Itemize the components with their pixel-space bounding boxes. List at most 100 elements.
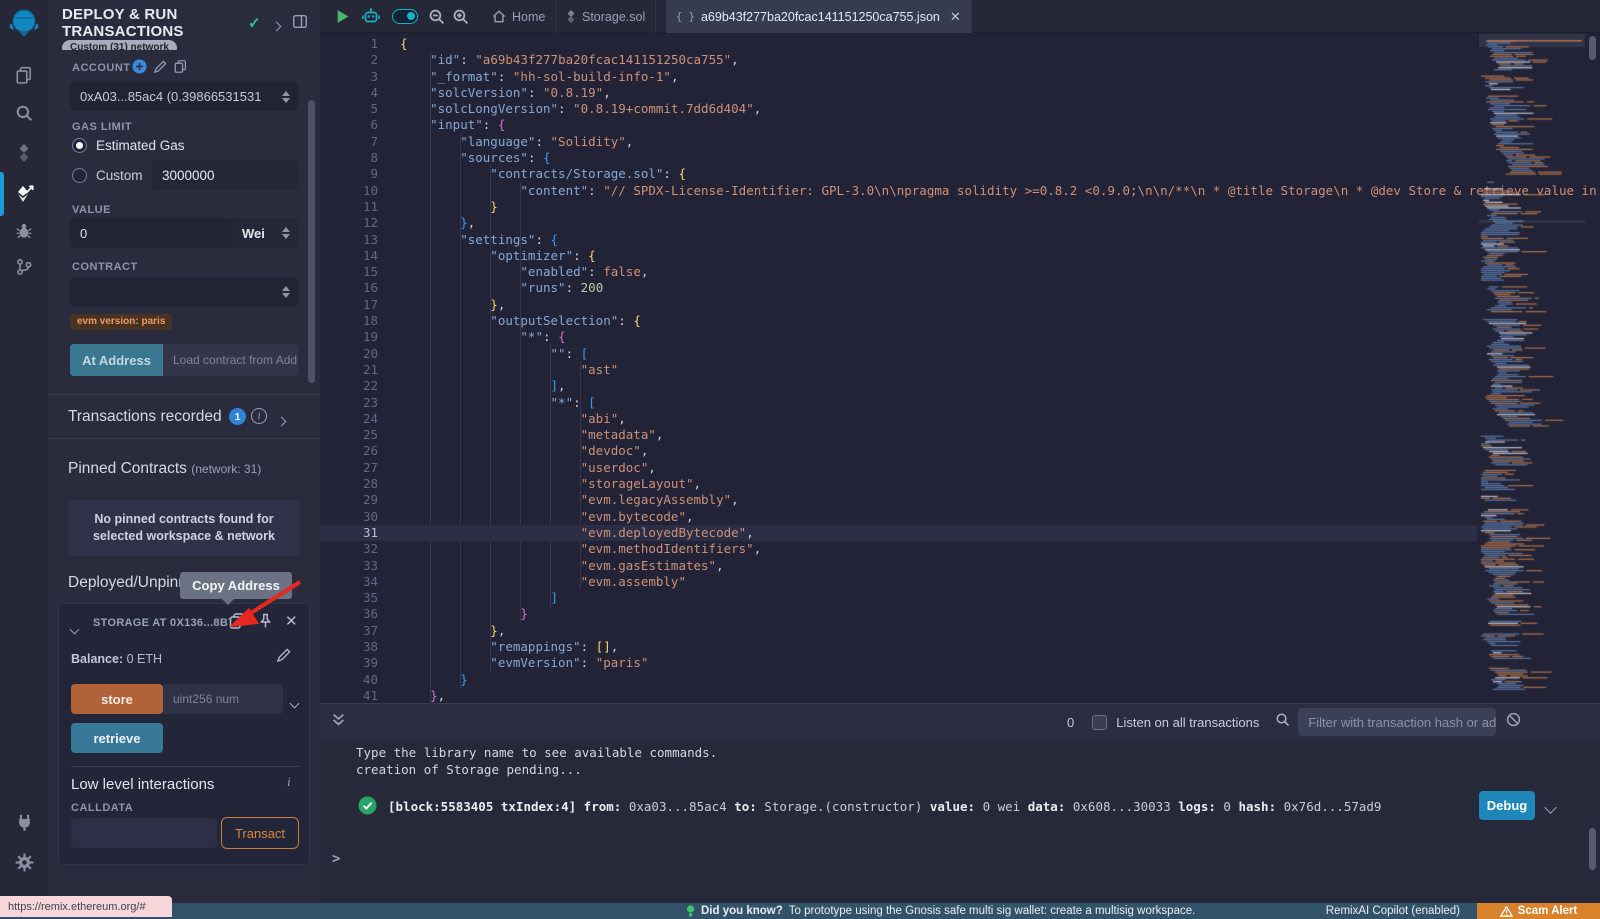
at-address-button[interactable]: At Address <box>70 344 163 376</box>
estimated-gas-radio[interactable] <box>72 138 87 153</box>
account-stepper-icon[interactable] <box>282 91 290 103</box>
scam-alert-badge[interactable]: Scam Alert <box>1477 903 1600 919</box>
code-line[interactable]: 33 "evm.gasEstimates", <box>320 558 1477 574</box>
code-line[interactable]: 41 }, <box>320 688 1477 703</box>
code-line[interactable]: 1{ <box>320 36 1477 52</box>
contract-stepper-icon[interactable] <box>282 286 290 298</box>
terminal-prompt[interactable]: > <box>332 851 340 867</box>
code-line[interactable]: 20 "": [ <box>320 346 1477 362</box>
value-unit-select[interactable]: Wei <box>232 218 298 248</box>
copilot-status[interactable]: RemixAI Copilot (enabled) <box>1326 905 1460 917</box>
settings-gear-icon[interactable] <box>0 845 48 879</box>
transact-button[interactable]: Transact <box>221 817 299 849</box>
tab-storage-sol[interactable]: Storage.sol <box>556 0 656 33</box>
calldata-input[interactable] <box>71 818 217 848</box>
solidity-compiler-icon[interactable] <box>0 136 48 170</box>
store-arg-input[interactable]: uint256 num <box>163 684 283 714</box>
add-account-icon[interactable] <box>132 59 147 79</box>
code-line[interactable]: 12 }, <box>320 215 1477 231</box>
editor-scrollbar[interactable] <box>1589 36 1596 60</box>
code-line[interactable]: 37 }, <box>320 623 1477 639</box>
code-line[interactable]: 26 "devdoc", <box>320 443 1477 459</box>
transaction-log-line[interactable]: [block:5583405 txIndex:4] from: 0xa03...… <box>388 799 1268 814</box>
search-icon[interactable] <box>0 96 48 130</box>
debug-button[interactable]: Debug <box>1479 791 1535 820</box>
code-line[interactable]: 4 "solcVersion": "0.8.19", <box>320 85 1477 101</box>
transactions-info-icon[interactable]: i <box>251 408 267 424</box>
code-line[interactable]: 25 "metadata", <box>320 427 1477 443</box>
debugger-icon[interactable] <box>0 214 48 248</box>
code-line[interactable]: 19 "*": { <box>320 329 1477 345</box>
expand-store-chevron-icon[interactable] <box>291 694 298 712</box>
code-line[interactable]: 22 ], <box>320 378 1477 394</box>
minimap[interactable] <box>1479 34 1585 702</box>
ai-assistant-robot-icon[interactable] <box>362 0 380 33</box>
value-input[interactable]: 0 <box>70 218 232 248</box>
code-line[interactable]: 15 "enabled": false, <box>320 264 1477 280</box>
custom-gas-input[interactable]: 3000000 <box>152 160 298 190</box>
code-content[interactable]: 1{2 "id": "a69b43f277ba20fcac141151250ca… <box>320 36 1477 703</box>
code-line[interactable]: 29 "evm.legacyAssembly", <box>320 492 1477 508</box>
at-address-input[interactable]: Load contract from Addre <box>163 344 298 376</box>
code-line[interactable]: 21 "ast" <box>320 362 1477 378</box>
code-line[interactable]: 30 "evm.bytecode", <box>320 509 1477 525</box>
code-line[interactable]: 9 "contracts/Storage.sol": { <box>320 166 1477 182</box>
filter-tx-input[interactable]: Filter with transaction hash or address <box>1298 708 1496 736</box>
code-line[interactable]: 11 } <box>320 199 1477 215</box>
code-line[interactable]: 10 "content": "// SPDX-License-Identifie… <box>320 183 1477 199</box>
code-line[interactable]: 39 "evmVersion": "paris" <box>320 655 1477 671</box>
code-line[interactable]: 31 "evm.deployedBytecode", <box>320 525 1477 541</box>
code-line[interactable]: 7 "language": "Solidity", <box>320 134 1477 150</box>
account-select[interactable]: 0xA03...85ac4 (0.39866531531 <box>70 82 298 111</box>
deploy-and-run-icon[interactable] <box>0 176 48 210</box>
code-line[interactable]: 32 "evm.methodIdentifiers", <box>320 541 1477 557</box>
store-button[interactable]: store <box>71 684 163 714</box>
code-line[interactable]: 23 "*": [ <box>320 395 1477 411</box>
edit-balance-icon[interactable] <box>277 648 291 667</box>
code-line[interactable]: 5 "solcLongVersion": "0.8.19+commit.7dd6… <box>320 101 1477 117</box>
code-line[interactable]: 13 "settings": { <box>320 232 1477 248</box>
zoom-in-icon[interactable] <box>452 0 469 33</box>
close-tab-icon[interactable]: ✕ <box>950 9 961 25</box>
copilot-toggle[interactable] <box>392 0 418 33</box>
copy-account-icon[interactable] <box>174 60 187 78</box>
tab-home[interactable]: Home <box>482 0 556 33</box>
code-line[interactable]: 16 "runs": 200 <box>320 280 1477 296</box>
custom-gas-radio[interactable] <box>72 168 87 183</box>
pin-panel-icon[interactable] <box>293 15 307 33</box>
code-line[interactable]: 3 "_format": "hh-sol-build-info-1", <box>320 69 1477 85</box>
transactions-expand-chevron-icon[interactable] <box>278 412 285 430</box>
expand-log-chevron-icon[interactable] <box>1546 799 1555 817</box>
code-line[interactable]: 17 }, <box>320 297 1477 313</box>
contract-select[interactable] <box>70 277 298 307</box>
code-line[interactable]: 35 ] <box>320 590 1477 606</box>
terminal-scrollbar[interactable] <box>1589 828 1596 870</box>
code-line[interactable]: 36 } <box>320 606 1477 622</box>
edit-account-icon[interactable] <box>154 60 167 78</box>
source-control-icon[interactable] <box>0 250 48 284</box>
zoom-out-icon[interactable] <box>428 0 445 33</box>
code-line[interactable]: 8 "sources": { <box>320 150 1477 166</box>
file-explorer-icon[interactable] <box>0 58 48 92</box>
unit-stepper-icon[interactable] <box>282 227 290 239</box>
plugin-manager-icon[interactable] <box>0 805 48 839</box>
code-editor[interactable]: 1{2 "id": "a69b43f277ba20fcac141151250ca… <box>320 33 1600 703</box>
code-line[interactable]: 24 "abi", <box>320 411 1477 427</box>
code-line[interactable]: 2 "id": "a69b43f277ba20fcac141151250ca75… <box>320 52 1477 68</box>
remix-logo-icon[interactable] <box>0 6 48 40</box>
terminal-search-icon[interactable] <box>1275 712 1290 732</box>
retrieve-button[interactable]: retrieve <box>71 723 163 753</box>
code-line[interactable]: 6 "input": { <box>320 117 1477 133</box>
code-line[interactable]: 28 "storageLayout", <box>320 476 1477 492</box>
low-level-info-icon[interactable]: i <box>287 774 291 790</box>
panel-scrollbar[interactable] <box>308 100 315 383</box>
code-line[interactable]: 14 "optimizer": { <box>320 248 1477 264</box>
tab-build-info-json[interactable]: { } a69b43f277ba20fcac141151250ca755.jso… <box>666 0 972 33</box>
clear-console-icon[interactable] <box>1506 712 1521 732</box>
expand-terminal-icon[interactable] <box>332 713 345 732</box>
contract-collapse-chevron-icon[interactable] <box>71 620 78 638</box>
code-line[interactable]: 38 "remappings": [], <box>320 639 1477 655</box>
run-script-icon[interactable] <box>336 0 350 33</box>
code-line[interactable]: 27 "userdoc", <box>320 460 1477 476</box>
code-line[interactable]: 40 } <box>320 672 1477 688</box>
